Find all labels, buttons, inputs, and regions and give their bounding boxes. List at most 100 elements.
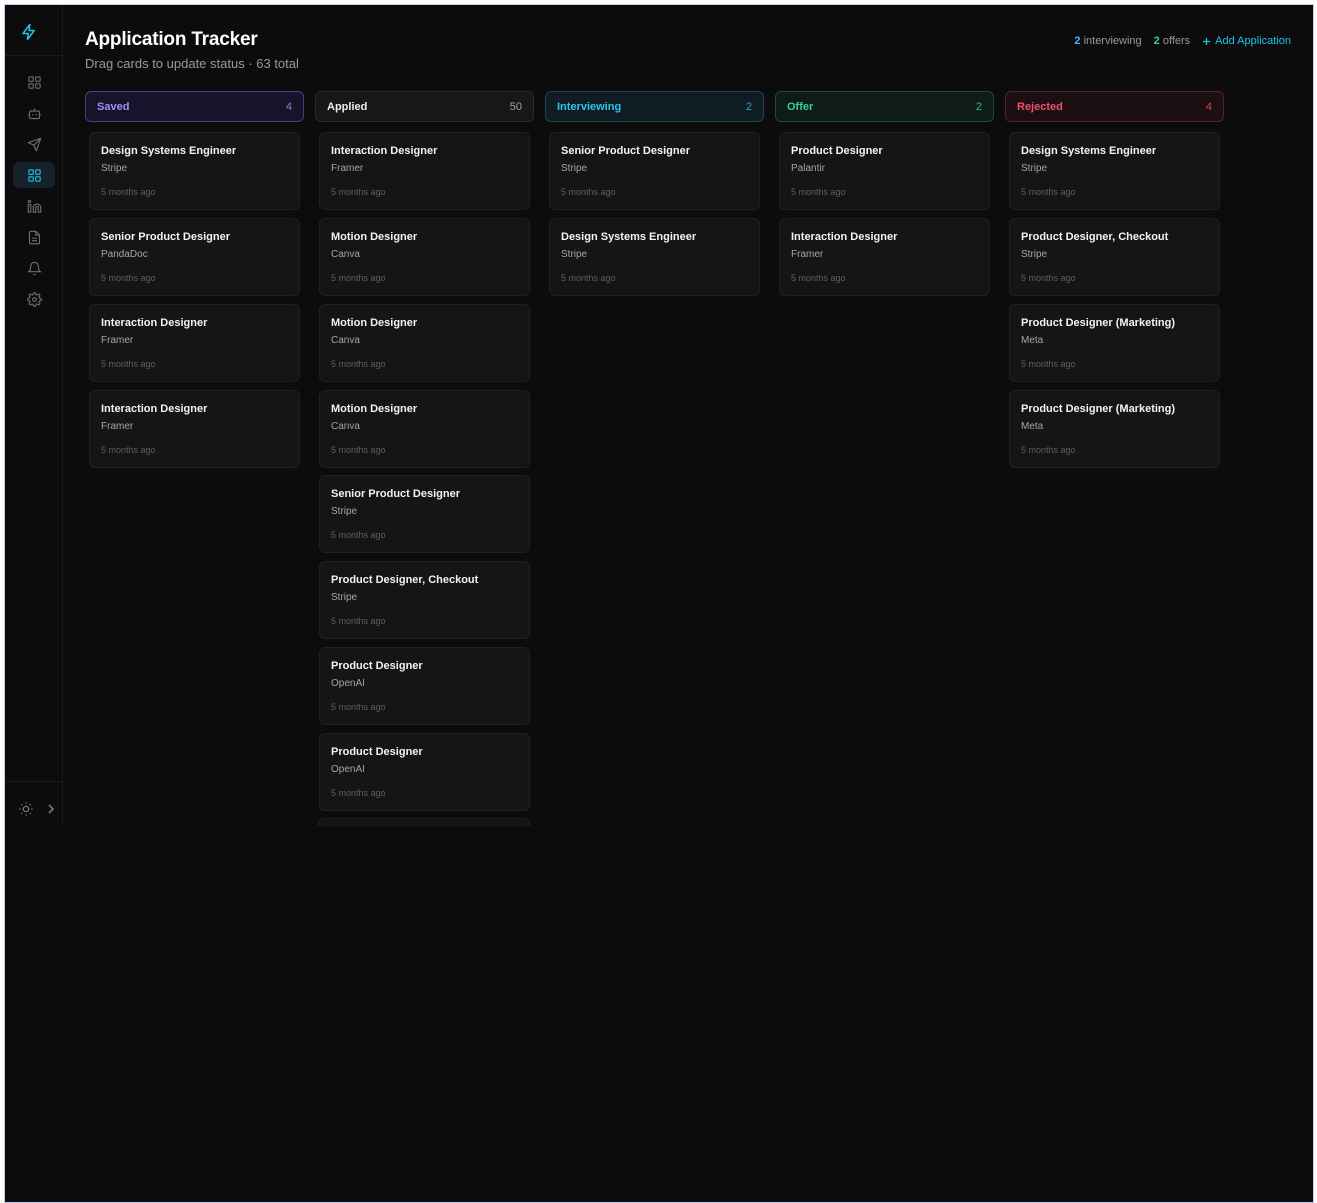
card-title: Product Designer — [331, 746, 423, 758]
card-time: 5 months ago — [1021, 187, 1076, 197]
sidebar — [5, 5, 63, 825]
card-company: Canva — [331, 249, 360, 260]
card-title: Product Designer — [331, 660, 423, 672]
application-card[interactable]: Product Designer OpenAI 5 months ago — [319, 647, 530, 725]
card-title: Design Systems Engineer — [101, 145, 237, 157]
card-time: 5 months ago — [1021, 273, 1076, 283]
application-card[interactable]: Product Designer, Checkout Stripe 5 months… — [1009, 218, 1220, 296]
card-time: 5 months ago — [331, 359, 386, 369]
nav-settings[interactable] — [13, 286, 55, 312]
application-card[interactable]: Senior Product Designer PandaDoc 5 months … — [89, 218, 300, 296]
offers-stat: 2 offers — [1154, 35, 1191, 47]
send-icon — [27, 137, 41, 151]
application-card[interactable]: Design Systems Engineer Stripe 5 months ag… — [549, 218, 760, 296]
card-title: Motion Designer — [331, 403, 418, 415]
column-header-saved[interactable]: Saved 4 — [85, 91, 304, 122]
application-card[interactable]: Motion Designer Canva 5 months ago — [319, 390, 530, 468]
card-company: Stripe — [561, 249, 588, 260]
column-interviewing: Interviewing 2 Senior Product Designer St… — [545, 91, 764, 296]
card-company: Framer — [331, 163, 364, 174]
application-card-partial[interactable] — [318, 818, 530, 826]
nav-documents[interactable] — [13, 224, 55, 250]
card-title: Interaction Designer — [101, 317, 208, 329]
card-company: Canva — [331, 421, 360, 432]
offers-label: offers — [1159, 35, 1191, 47]
card-company: PandaDoc — [101, 249, 148, 260]
application-card[interactable]: Interaction Designer Framer 5 months ago — [89, 390, 300, 468]
card-title: Product Designer, Checkout — [1021, 231, 1169, 243]
add-application-button[interactable]: Add Application — [1202, 35, 1291, 47]
card-company: OpenAI — [331, 678, 365, 689]
card-time: 5 months ago — [791, 187, 846, 197]
card-time: 5 months ago — [101, 359, 156, 369]
column-header-offer[interactable]: Offer 2 — [775, 91, 994, 122]
card-time: 5 months ago — [331, 702, 386, 712]
card-title: Interaction Designer — [331, 145, 438, 157]
application-card[interactable]: Motion Designer Canva 5 months ago — [319, 218, 530, 296]
header-stats: 2 interviewing 2 offers Add Application — [1074, 35, 1291, 47]
card-time: 5 months ago — [791, 273, 846, 283]
column-header-applied[interactable]: Applied 50 — [315, 91, 534, 122]
nav-notifications[interactable] — [13, 255, 55, 281]
application-card[interactable]: Design Systems Engineer Stripe 5 months ag… — [1009, 132, 1220, 210]
nav-dashboard[interactable] — [13, 69, 55, 95]
bot-icon — [27, 108, 41, 119]
card-title: Product Designer — [791, 145, 883, 157]
application-card[interactable]: Design Systems Engineer Stripe 5 months ag… — [89, 132, 300, 210]
column-offer: Offer 2 Product Designer Palantir 5 months… — [775, 91, 994, 296]
application-card[interactable]: Product Designer (Marketing) Meta 5 months… — [1009, 304, 1220, 382]
nav-linkedin[interactable] — [13, 193, 55, 219]
plus-icon — [1203, 37, 1211, 45]
column-title: Rejected — [1017, 100, 1063, 113]
sidebar-divider — [5, 55, 63, 56]
nav-board[interactable] — [13, 162, 55, 188]
card-time: 5 months ago — [101, 187, 156, 197]
card-time: 5 months ago — [561, 187, 616, 197]
linkedin-icon — [27, 199, 41, 213]
bell-icon — [26, 261, 42, 275]
application-card[interactable]: Interaction Designer Framer 5 months ago — [89, 304, 300, 382]
application-card[interactable]: Product Designer Palantir 5 months ago — [779, 132, 990, 210]
sun-icon[interactable] — [18, 801, 34, 817]
card-title: Motion Designer — [331, 317, 418, 329]
card-time: 5 months ago — [331, 788, 386, 798]
card-company: Stripe — [101, 163, 128, 174]
column-count: 4 — [285, 100, 292, 113]
card-time: 5 months ago — [331, 530, 386, 540]
card-company: Framer — [101, 335, 134, 346]
card-time: 5 months ago — [331, 616, 386, 626]
column-header-interviewing[interactable]: Interviewing 2 — [545, 91, 764, 122]
application-card[interactable]: Product Designer, Checkout Stripe 5 months… — [319, 561, 530, 639]
card-company: Canva — [331, 335, 360, 346]
application-card[interactable]: Interaction Designer Framer 5 months ago — [779, 218, 990, 296]
nav-bot[interactable] — [13, 100, 55, 126]
application-card[interactable]: Motion Designer Canva 5 months ago — [319, 304, 530, 382]
card-company: Stripe — [331, 592, 358, 603]
card-title: Interaction Designer — [101, 403, 208, 415]
chevron-right-icon[interactable] — [45, 801, 57, 817]
column-count: 4 — [1205, 100, 1212, 113]
card-title: Interaction Designer — [791, 231, 898, 243]
application-card[interactable]: Product Designer OpenAI 5 months ago — [319, 733, 530, 811]
card-company: Framer — [101, 421, 134, 432]
application-card[interactable]: Interaction Designer Framer 5 months ago — [319, 132, 530, 210]
card-company: Meta — [1021, 421, 1044, 432]
application-card[interactable]: Senior Product Designer Stripe 5 months ag… — [319, 475, 530, 553]
card-company: Stripe — [1021, 249, 1048, 260]
column-saved: Saved 4 Design Systems Engineer Stripe 5 m… — [85, 91, 304, 468]
dashboard-icon — [27, 75, 41, 89]
sidebar-footer — [5, 781, 63, 825]
nav-send[interactable] — [13, 131, 55, 157]
application-card[interactable]: Senior Product Designer Stripe 5 months ag… — [549, 132, 760, 210]
column-header-rejected[interactable]: Rejected 4 — [1005, 91, 1224, 122]
card-time: 5 months ago — [1021, 445, 1076, 455]
application-card[interactable]: Product Designer (Marketing) Meta 5 months… — [1009, 390, 1220, 468]
interviewing-stat: 2 interviewing — [1074, 35, 1141, 47]
column-title: Interviewing — [557, 100, 622, 113]
card-company: Stripe — [1021, 163, 1048, 174]
card-title: Product Designer, Checkout — [331, 574, 479, 586]
column-applied: Applied 50 Interaction Designer Framer 5 m… — [315, 91, 534, 811]
column-rejected: Rejected 4 Design Systems Engineer Stripe… — [1005, 91, 1224, 468]
logo-bolt-icon[interactable] — [17, 20, 41, 44]
card-time: 5 months ago — [561, 273, 616, 283]
